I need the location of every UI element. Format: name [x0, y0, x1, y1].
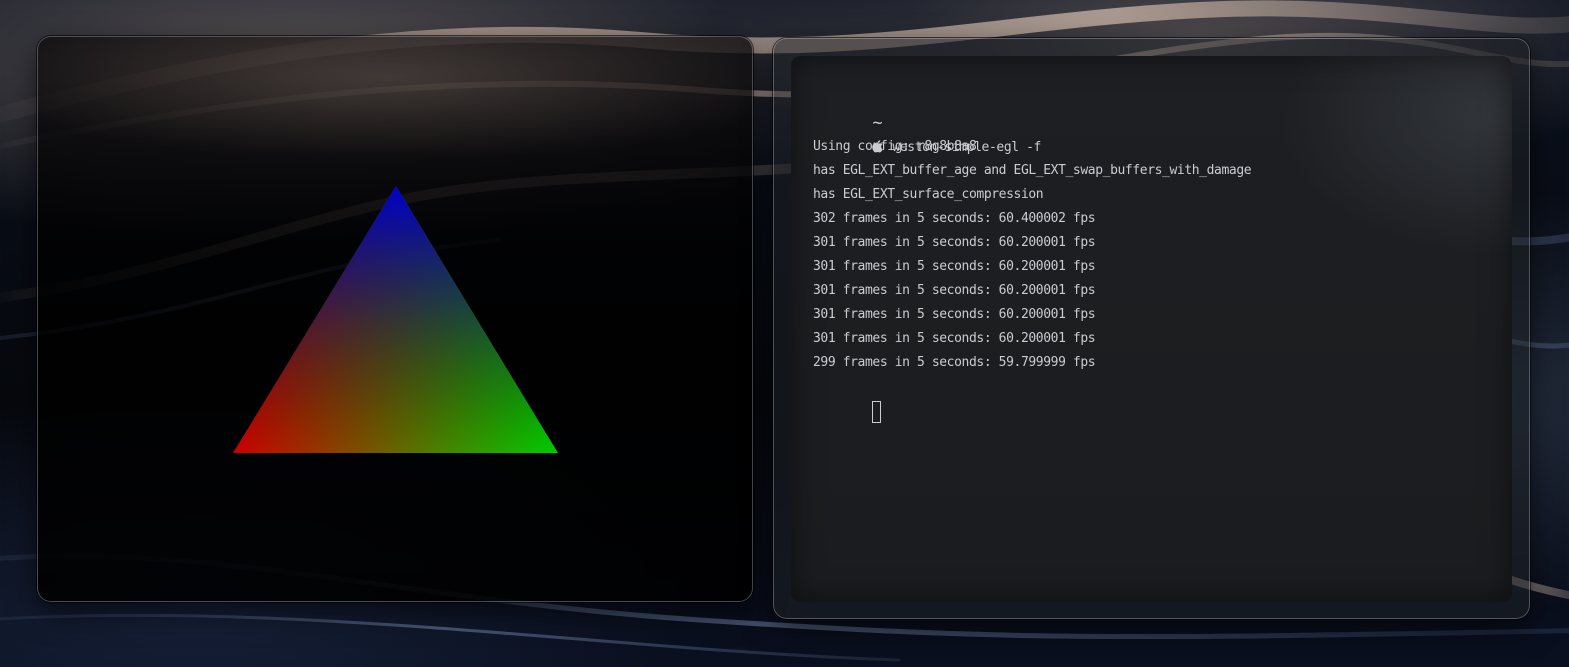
rgb-triangle-top-blend	[233, 186, 558, 453]
terminal-output-line: 299 frames in 5 seconds: 59.799999 fps	[813, 355, 1096, 370]
text-cursor	[872, 401, 882, 423]
egl-render-surface	[233, 186, 558, 453]
cursor-line	[813, 375, 1251, 423]
terminal-output-line: has EGL_EXT_surface_compression	[813, 187, 1044, 202]
desktop: ~ weston-simple-egl -f Using config: r8g…	[0, 0, 1569, 667]
output-lines: Using config: r8g8b8a8 has EGL_EXT_buffer…	[813, 135, 1252, 375]
terminal-output-line: 302 frames in 5 seconds: 60.400002 fps	[813, 211, 1096, 226]
prompt-directory-line: ~	[813, 87, 1251, 133]
terminal-window[interactable]: ~ weston-simple-egl -f Using config: r8g…	[773, 38, 1530, 619]
terminal-output-line: 301 frames in 5 seconds: 60.200001 fps	[813, 235, 1096, 250]
terminal-output-line: 301 frames in 5 seconds: 60.200001 fps	[813, 283, 1096, 298]
terminal-output-line: has EGL_EXT_buffer_age and EGL_EXT_swap_…	[813, 163, 1252, 178]
prompt-directory: ~	[872, 113, 883, 133]
terminal-output-line: 301 frames in 5 seconds: 60.200001 fps	[813, 331, 1096, 346]
terminal-output-line: 301 frames in 5 seconds: 60.200001 fps	[813, 259, 1096, 274]
weston-simple-egl-window[interactable]	[37, 36, 753, 602]
terminal-output: ~ weston-simple-egl -f Using config: r8g…	[813, 87, 1252, 423]
terminal-output-line: 301 frames in 5 seconds: 60.200001 fps	[813, 307, 1096, 322]
